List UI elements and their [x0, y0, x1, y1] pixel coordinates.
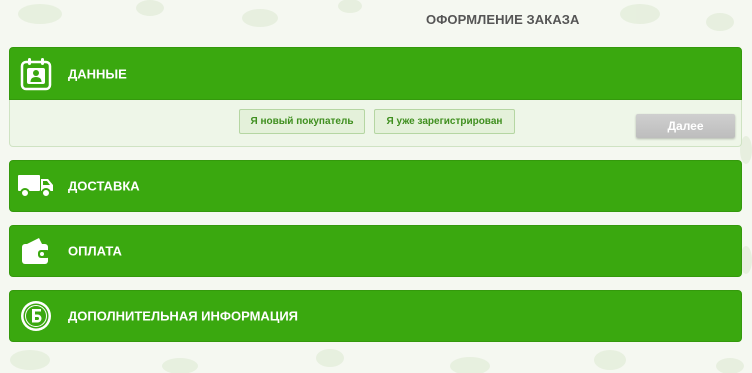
section-additional-info: ДОПОЛНИТЕЛЬНАЯ ИНФОРМАЦИЯ: [9, 290, 742, 342]
section-delivery: ДОСТАВКА: [9, 160, 742, 212]
truck-icon: [18, 169, 54, 203]
registered-customer-button[interactable]: Я уже зарегистрирован: [374, 109, 515, 134]
section-label: ОПЛАТА: [68, 243, 122, 259]
section-header-additional-info[interactable]: ДОПОЛНИТЕЛЬНАЯ ИНФОРМАЦИЯ: [9, 290, 742, 342]
ruble-coin-icon: [18, 299, 54, 333]
section-label: ДОСТАВКА: [68, 178, 140, 194]
wallet-icon: [18, 234, 54, 268]
new-customer-button[interactable]: Я новый покупатель: [239, 109, 365, 134]
section-label: ДАННЫЕ: [68, 66, 127, 81]
section-header-customer-data[interactable]: ДАННЫЕ: [9, 47, 742, 100]
calendar-user-icon: [18, 57, 54, 91]
section-payment: ОПЛАТА: [9, 225, 742, 277]
section-customer-data: ДАННЫЕ Я новый покупатель Я уже зарегист…: [9, 47, 742, 147]
next-button[interactable]: Далее: [636, 114, 735, 138]
section-label: ДОПОЛНИТЕЛЬНАЯ ИНФОРМАЦИЯ: [68, 308, 299, 324]
section-body-customer-data: Я новый покупатель Я уже зарегистрирован…: [9, 100, 742, 147]
page-title: ОФОРМЛЕНИЕ ЗАКАЗА: [426, 12, 580, 27]
section-header-payment[interactable]: ОПЛАТА: [9, 225, 742, 277]
section-header-delivery[interactable]: ДОСТАВКА: [9, 160, 742, 212]
